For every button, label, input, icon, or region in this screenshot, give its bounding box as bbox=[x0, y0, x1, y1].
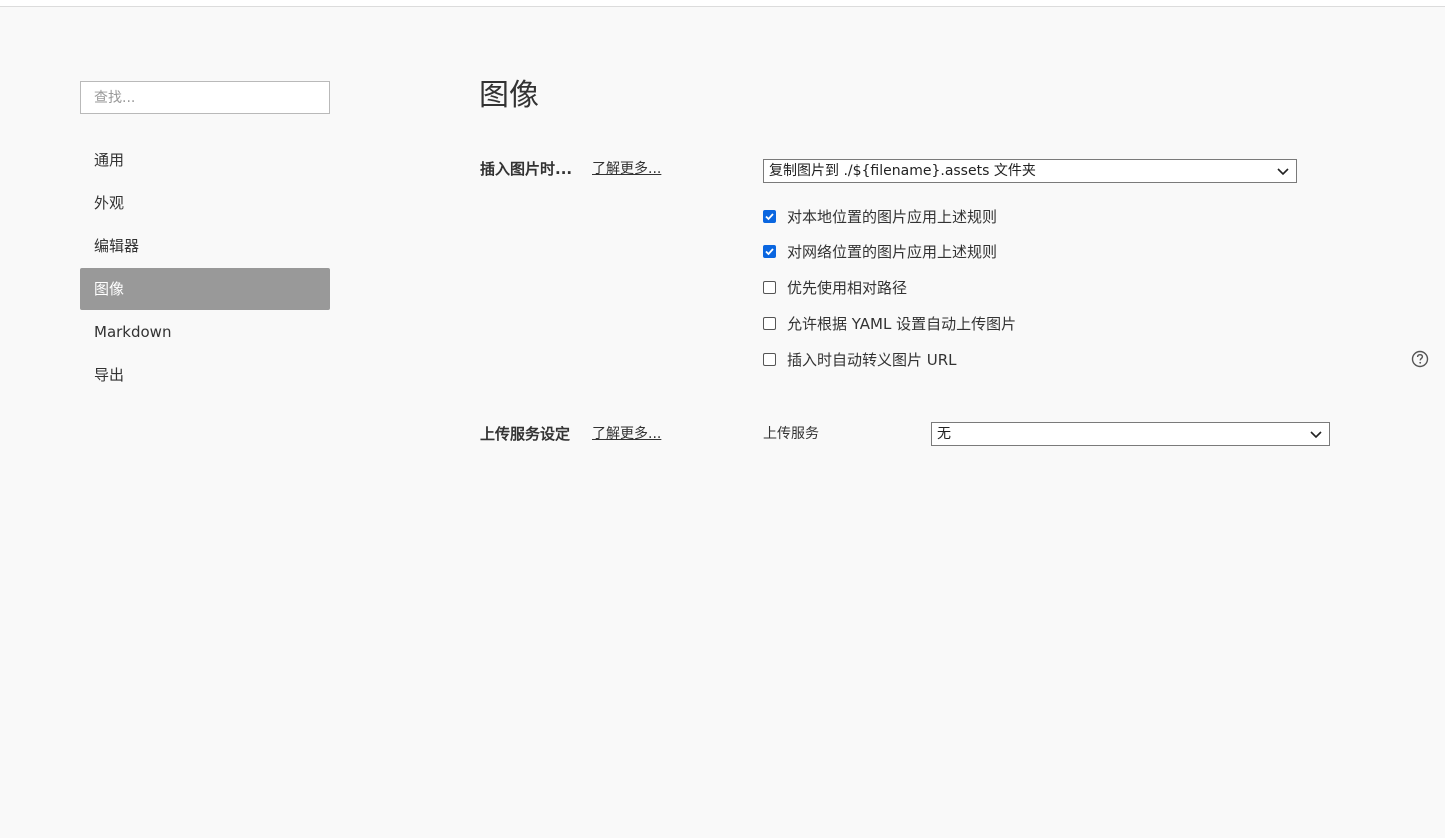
checkbox-label: 对网络位置的图片应用上述规则 bbox=[787, 242, 998, 261]
insert-image-section-label: 插入图片时... bbox=[480, 160, 573, 178]
upload-service-select[interactable]: 无 bbox=[931, 422, 1330, 446]
checkbox-apply-local[interactable]: 对本地位置的图片应用上述规则 bbox=[763, 205, 997, 227]
sidebar-item-export[interactable]: 导出 bbox=[80, 354, 330, 396]
sidebar-item-appearance[interactable]: 外观 bbox=[80, 182, 330, 224]
insert-image-action-select[interactable]: 复制图片到 ./${filename}.assets 文件夹 bbox=[763, 159, 1297, 183]
settings-nav: 通用 外观 编辑器 图像 Markdown 导出 bbox=[80, 139, 330, 397]
checkbox[interactable] bbox=[763, 352, 776, 366]
checkbox-label: 插入时自动转义图片 URL bbox=[787, 350, 957, 369]
check-icon bbox=[765, 247, 774, 255]
checkbox-prefer-relative-path[interactable]: 优先使用相对路径 bbox=[763, 276, 907, 298]
chevron-down-icon bbox=[1277, 168, 1289, 176]
checkbox-yaml-auto-upload[interactable]: 允许根据 YAML 设置自动上传图片 bbox=[763, 312, 1016, 334]
sidebar-item-markdown[interactable]: Markdown bbox=[80, 311, 330, 353]
sidebar-item-image[interactable]: 图像 bbox=[80, 268, 330, 310]
checkbox-label: 优先使用相对路径 bbox=[787, 278, 908, 297]
checkbox[interactable] bbox=[763, 209, 776, 223]
upload-section-label: 上传服务设定 bbox=[480, 425, 571, 443]
checkbox-label: 允许根据 YAML 设置自动上传图片 bbox=[787, 314, 1017, 333]
chevron-down-icon bbox=[1310, 431, 1322, 439]
checkbox[interactable] bbox=[763, 244, 776, 258]
check-icon bbox=[765, 212, 774, 220]
upload-service-value: 无 bbox=[937, 426, 951, 442]
help-circle-icon[interactable] bbox=[1411, 350, 1429, 368]
checkbox[interactable] bbox=[763, 316, 776, 330]
checkbox-apply-network[interactable]: 对网络位置的图片应用上述规则 bbox=[763, 240, 997, 262]
sidebar-item-general[interactable]: 通用 bbox=[80, 139, 330, 181]
page-title: 图像 bbox=[479, 78, 539, 113]
checkbox-escape-url[interactable]: 插入时自动转义图片 URL bbox=[763, 348, 957, 370]
checkbox-label: 对本地位置的图片应用上述规则 bbox=[787, 207, 998, 226]
window-top-border bbox=[0, 0, 1445, 7]
search-input[interactable]: 查找... bbox=[80, 81, 330, 114]
upload-learn-more-link[interactable]: 了解更多... bbox=[592, 424, 661, 444]
upload-service-label: 上传服务 bbox=[763, 426, 819, 442]
insert-image-action-value: 复制图片到 ./${filename}.assets 文件夹 bbox=[769, 163, 1036, 179]
sidebar-item-editor[interactable]: 编辑器 bbox=[80, 225, 330, 267]
checkbox[interactable] bbox=[763, 280, 776, 294]
insert-image-learn-more-link[interactable]: 了解更多... bbox=[592, 159, 661, 179]
